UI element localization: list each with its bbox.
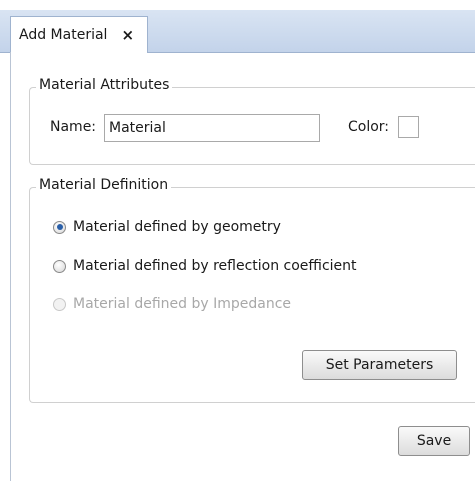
material-attributes-legend: Material Attributes xyxy=(36,77,173,93)
radio-option-reflection-coefficient[interactable]: Material defined by reflection coefficie… xyxy=(53,258,357,274)
radio-option-label: Material defined by Impedance xyxy=(73,296,292,312)
radio-option-geometry[interactable]: Material defined by geometry xyxy=(53,219,281,235)
tab-title: Add Material xyxy=(19,27,108,43)
radio-option-label: Material defined by reflection coefficie… xyxy=(73,258,357,274)
panel-left-border xyxy=(10,52,11,481)
close-icon[interactable]: × xyxy=(121,26,134,44)
add-material-window: Add Material × Material Attributes Name:… xyxy=(0,0,475,481)
radio-button-icon[interactable] xyxy=(53,259,66,273)
set-parameters-button[interactable]: Set Parameters xyxy=(302,350,457,380)
tab-add-material[interactable]: Add Material × xyxy=(10,16,148,53)
name-input[interactable] xyxy=(104,114,320,142)
color-picker-swatch[interactable] xyxy=(398,116,419,138)
save-button[interactable]: Save xyxy=(398,426,470,456)
radio-button-selected-icon[interactable] xyxy=(53,220,66,234)
radio-button-disabled-icon xyxy=(53,297,66,311)
radio-option-label: Material defined by geometry xyxy=(73,219,281,235)
radio-option-impedance: Material defined by Impedance xyxy=(53,296,291,312)
name-label: Name: xyxy=(50,119,97,135)
material-definition-legend: Material Definition xyxy=(36,177,172,193)
color-label: Color: xyxy=(348,119,390,135)
